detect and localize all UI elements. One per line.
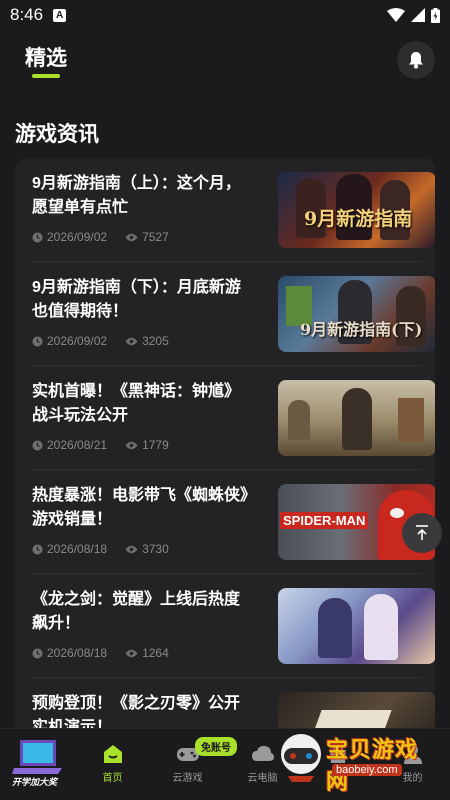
thumbnail-title: 9月新游指南(下) — [300, 320, 423, 339]
status-time: 8:46 — [10, 5, 44, 24]
section-title: 游戏资讯 — [15, 123, 99, 146]
news-views: 7527 — [142, 230, 169, 244]
news-date: 2026/08/18 — [47, 646, 108, 660]
tab-indicator — [32, 74, 60, 78]
news-thumbnail — [278, 588, 435, 664]
news-item[interactable]: 热度暴涨！电影带飞《蜘蛛侠》游戏销量！ 2026/08/18 3730 SPID… — [30, 470, 435, 574]
news-views: 1264 — [142, 646, 169, 660]
bell-icon — [409, 52, 423, 69]
news-item[interactable]: 《龙之剑：觉醒》上线后热度飙升！ 2026/08/18 1264 — [30, 574, 435, 678]
news-date: 2026/09/02 — [47, 334, 108, 348]
tab-featured[interactable]: 精选 — [25, 42, 67, 72]
status-icons — [387, 7, 440, 23]
accessibility-icon: A — [53, 8, 67, 22]
news-title: 实机首曝！《黑神话：钟馗》战斗玩法公开 — [32, 383, 241, 424]
news-date: 2026/08/21 — [47, 438, 108, 452]
news-date: 2026/09/02 — [47, 230, 108, 244]
clock-icon — [32, 336, 43, 346]
news-views: 1779 — [142, 438, 169, 452]
news-meta: 2026/08/18 1264 — [32, 646, 169, 660]
scroll-to-top-button[interactable] — [402, 513, 442, 553]
clock-icon — [32, 440, 43, 450]
news-meta: 2026/08/18 3730 — [32, 542, 169, 556]
news-title: 热度暴涨！电影带飞《蜘蛛侠》游戏销量！ — [32, 487, 249, 528]
clock-icon — [32, 544, 43, 554]
promo-banner[interactable]: 开学加大奖 — [10, 738, 66, 790]
cloud-pc-icon — [251, 745, 274, 761]
thumbnail-title: SPIDER-MAN — [280, 512, 369, 529]
site-watermark: 宝贝游戏网 baobeiy.com — [278, 730, 428, 794]
eye-icon — [125, 441, 138, 449]
tab-label: 云游戏 — [172, 773, 203, 784]
eye-icon — [125, 649, 138, 657]
news-meta: 2026/09/02 3205 — [32, 334, 169, 348]
mascot-logo-icon — [281, 734, 321, 782]
news-item[interactable]: 9月新游指南（上）：这个月，愿望单有点忙 2026/09/02 7527 9月新… — [30, 158, 435, 262]
notification-button[interactable] — [397, 41, 435, 79]
news-views: 3205 — [142, 334, 169, 348]
eye-icon — [125, 233, 138, 241]
status-bar: 8:46 A — [0, 0, 450, 30]
tab-home[interactable]: 首页 — [75, 729, 150, 800]
home-icon — [103, 745, 122, 763]
news-thumbnail — [278, 380, 435, 456]
news-thumbnail: 9月新游指南(下) — [278, 276, 435, 352]
signal-icon — [411, 8, 425, 22]
news-meta: 2026/08/21 1779 — [32, 438, 169, 452]
laptop-icon — [12, 740, 62, 774]
eye-icon — [125, 337, 138, 345]
news-list: 9月新游指南（上）：这个月，愿望单有点忙 2026/09/02 7527 9月新… — [15, 158, 435, 738]
clock-icon — [32, 648, 43, 658]
watermark-url: baobeiy.com — [332, 764, 402, 776]
news-meta: 2026/09/02 7527 — [32, 230, 169, 244]
news-title: 9月新游指南（下）：月底新游也值得期待！ — [32, 279, 241, 320]
news-title: 《龙之剑：觉醒》上线后热度飙升！ — [32, 591, 241, 632]
news-title: 9月新游指南（上）：这个月，愿望单有点忙 — [32, 175, 241, 216]
news-item[interactable]: 9月新游指南（下）：月底新游也值得期待！ 2026/09/02 3205 9月新… — [30, 262, 435, 366]
no-account-badge: 免账号 — [195, 737, 237, 756]
news-item[interactable]: 实机首曝！《黑神话：钟馗》战斗玩法公开 2026/08/21 1779 — [30, 366, 435, 470]
wifi-icon — [387, 8, 405, 22]
tab-label: 云电脑 — [247, 773, 278, 784]
news-date: 2026/08/18 — [47, 542, 108, 556]
promo-label: 开学加大奖 — [12, 777, 58, 787]
clock-icon — [32, 232, 43, 242]
news-views: 3730 — [142, 542, 169, 556]
thumbnail-title: 9月新游指南 — [304, 208, 413, 230]
battery-icon — [431, 7, 440, 23]
news-thumbnail: 9月新游指南 — [278, 172, 435, 248]
page-header: 精选 — [0, 40, 450, 85]
eye-icon — [125, 545, 138, 553]
tab-label: 首页 — [102, 773, 123, 784]
arrow-up-icon — [416, 525, 428, 540]
